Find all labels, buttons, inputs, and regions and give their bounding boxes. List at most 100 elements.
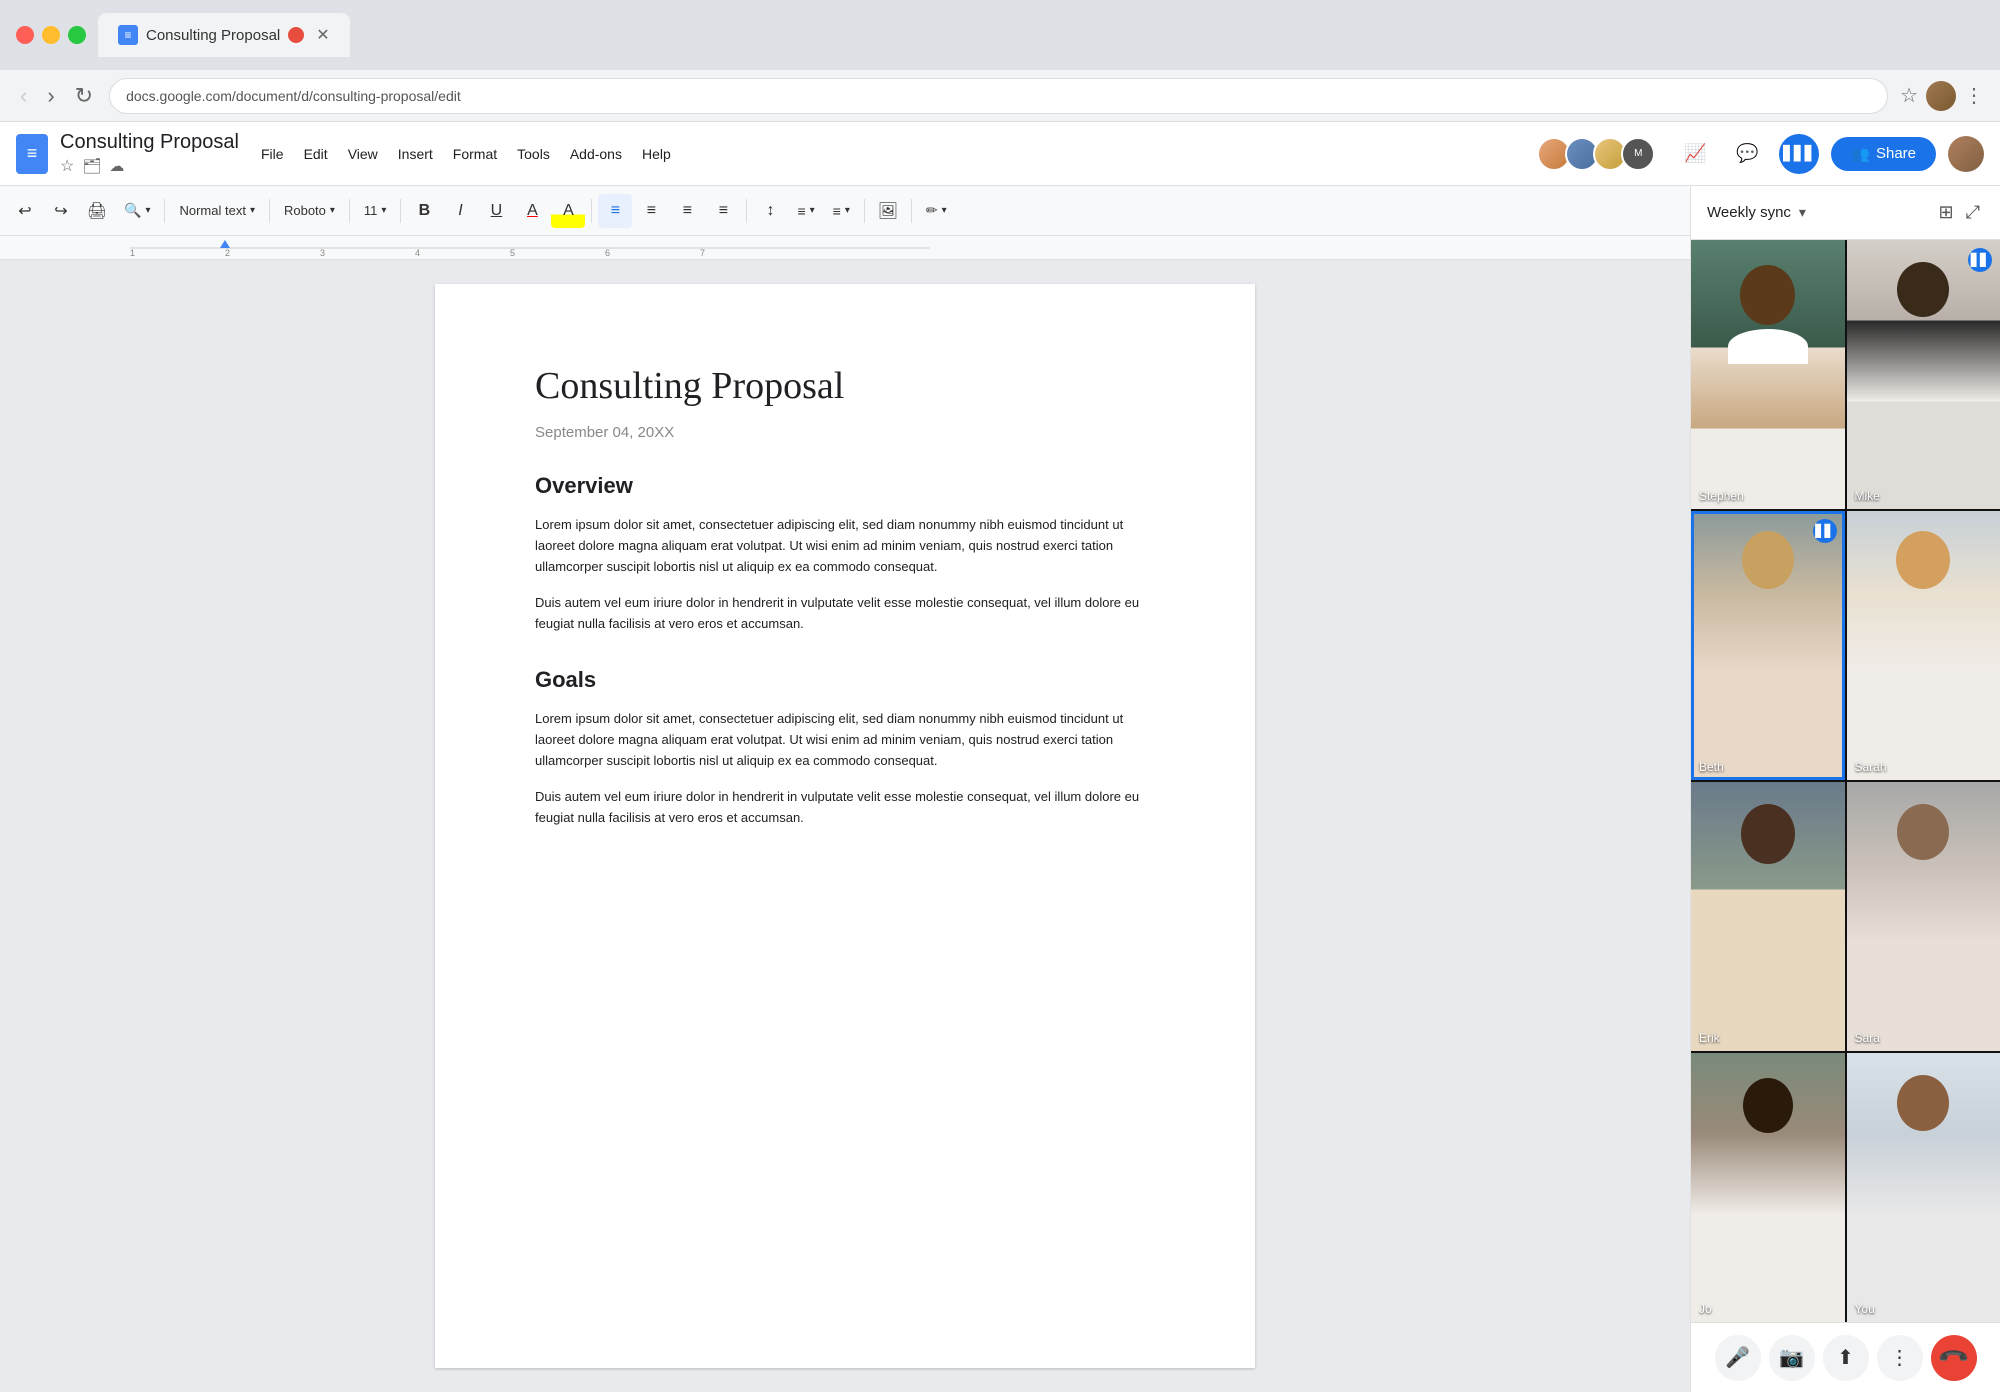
underline-button[interactable]: U [479, 194, 513, 228]
undo-button[interactable]: ↩ [8, 194, 42, 228]
meet-controls: 🎤 📷 ⬆ ⋮ 📞 [1691, 1322, 2000, 1392]
goals-heading: Goals [535, 667, 1155, 693]
menu-addons[interactable]: Add-ons [560, 142, 632, 166]
font-size-value: 11 [364, 203, 378, 218]
bold-button[interactable]: B [407, 194, 441, 228]
doc-date: September 04, 20XX [535, 424, 1155, 441]
menu-file[interactable]: File [251, 142, 294, 166]
svg-text:2: 2 [225, 248, 230, 258]
participant-cell-mike[interactable]: ▋▋ Mike [1847, 240, 2000, 509]
docs-toolbar: ↩ ↪ 🖨 🔍 ▾ Normal text ▾ Roboto ▾ [0, 186, 1690, 236]
active-tab[interactable]: ≡ Consulting Proposal ✕ [98, 13, 350, 57]
meet-camera-button[interactable]: 📷 [1769, 1335, 1815, 1381]
meet-avatar-in-header[interactable]: M [1621, 137, 1655, 171]
align-justify-button[interactable]: ≡ [706, 194, 740, 228]
bookmark-button[interactable]: ☆ [1900, 83, 1918, 108]
participant-name-sara: Sara [1855, 1031, 1880, 1045]
browser-chrome: ≡ Consulting Proposal ✕ [0, 0, 2000, 70]
participant-cell-jo[interactable]: Jo [1691, 1053, 1845, 1322]
menu-edit[interactable]: Edit [294, 142, 338, 166]
line-spacing-button[interactable]: ↕ [753, 194, 787, 228]
meet-mic-button[interactable]: 🎤 [1715, 1335, 1761, 1381]
font-color-button[interactable]: A [515, 194, 549, 228]
mic-bars-icon: ▋▋▋ [1783, 145, 1815, 162]
user-profile-avatar[interactable] [1948, 136, 1984, 172]
doc-filename[interactable]: Consulting Proposal [60, 131, 239, 154]
participant-cell-you[interactable]: You [1847, 1053, 2000, 1322]
cloud-icon: ☁ [109, 157, 124, 175]
participant-name-you: You [1855, 1302, 1875, 1316]
browser-profile-avatar[interactable] [1926, 81, 1956, 111]
print-button[interactable]: 🖨 [80, 194, 114, 228]
meet-actions: ⊞ ⤢ [1935, 198, 1985, 227]
participant-name-jo: Jo [1699, 1302, 1712, 1316]
minimize-traffic-light[interactable] [42, 26, 60, 44]
docs-title-meta: ☆ 🗂 ☁ [60, 156, 239, 176]
doc-area[interactable]: Consulting Proposal September 04, 20XX O… [0, 260, 1690, 1392]
font-family-dropdown[interactable]: Roboto ▾ [276, 194, 343, 228]
svg-text:1: 1 [130, 248, 135, 258]
star-icon[interactable]: ☆ [60, 156, 74, 176]
phone-icon: 📞 [1936, 1340, 1971, 1375]
participant-cell-erik[interactable]: Erik [1691, 782, 1845, 1051]
participant-name-beth: Beth [1699, 760, 1724, 774]
maximize-traffic-light[interactable] [68, 26, 86, 44]
tab-recording-indicator [288, 27, 304, 43]
participant-cell-stephen[interactable]: Stephen [1691, 240, 1845, 509]
text-style-value: Normal text [179, 203, 245, 218]
text-style-dropdown[interactable]: Normal text ▾ [171, 194, 263, 228]
mike-mic-indicator: ▋▋ [1968, 248, 1992, 272]
overview-para-1: Lorem ipsum dolor sit amet, consectetuer… [535, 515, 1155, 577]
bullet-list-dropdown[interactable]: ≡▾ [789, 194, 822, 228]
menu-tools[interactable]: Tools [507, 142, 560, 166]
browser-actions: ☆ ⋮ [1900, 81, 1984, 111]
traffic-lights [16, 26, 86, 44]
meet-present-button[interactable]: ⬆ [1823, 1335, 1869, 1381]
menu-insert[interactable]: Insert [388, 142, 443, 166]
activity-button[interactable]: 📈 [1675, 134, 1715, 174]
meet-more-button[interactable]: ⋮ [1877, 1335, 1923, 1381]
browser-menu-button[interactable]: ⋮ [1964, 83, 1984, 108]
align-right-button[interactable]: ≡ [670, 194, 704, 228]
meet-popout-btn[interactable]: ⤢ [1962, 198, 1984, 227]
redo-button[interactable]: ↪ [44, 194, 78, 228]
meet-layout-btn[interactable]: ⊞ [1935, 198, 1958, 227]
overview-para-2: Duis autem vel eum iriure dolor in hendr… [535, 593, 1155, 635]
align-left-button[interactable]: ≡ [598, 194, 632, 228]
insert-image-button[interactable]: 🖼 [871, 194, 905, 228]
meet-chevron-icon[interactable]: ▾ [1799, 204, 1806, 221]
back-button[interactable]: ‹ [16, 79, 31, 113]
participant-cell-beth[interactable]: ▋▋ Beth [1691, 511, 1845, 780]
share-label: Share [1876, 145, 1916, 162]
comment-button[interactable]: 💬 [1727, 134, 1767, 174]
meet-video-grid: Stephen ▋▋ Mike [1691, 240, 2000, 1322]
meet-end-call-button[interactable]: 📞 [1931, 1335, 1977, 1381]
editing-mode-dropdown[interactable]: ✏▾ [918, 194, 955, 228]
refresh-button[interactable]: ↻ [71, 79, 97, 113]
menu-help[interactable]: Help [632, 142, 681, 166]
toolbar-sep-3 [349, 199, 350, 223]
drive-icon: 🗂 [82, 157, 101, 175]
forward-button[interactable]: › [43, 79, 58, 113]
highlight-button[interactable]: A [551, 194, 585, 228]
menu-view[interactable]: View [338, 142, 388, 166]
italic-button[interactable]: I [443, 194, 477, 228]
share-button[interactable]: 👥 Share [1831, 137, 1936, 171]
participant-cell-sarah[interactable]: Sarah [1847, 511, 2000, 780]
goals-para-2: Duis autem vel eum iriure dolor in hendr… [535, 787, 1155, 829]
docs-container: ≡ Consulting Proposal ☆ 🗂 ☁ File Edit Vi… [0, 122, 2000, 1392]
align-center-button[interactable]: ≡ [634, 194, 668, 228]
close-traffic-light[interactable] [16, 26, 34, 44]
address-bar[interactable]: docs.google.com/document/d/consulting-pr… [109, 78, 1888, 114]
style-chevron: ▾ [250, 205, 255, 216]
participant-cell-sara[interactable]: Sara [1847, 782, 2000, 1051]
font-size-dropdown[interactable]: 11 ▾ [356, 194, 395, 228]
zoom-dropdown[interactable]: 🔍 ▾ [116, 194, 158, 228]
meet-mic-header-button[interactable]: ▋▋▋ [1779, 134, 1819, 174]
number-list-dropdown[interactable]: ≡▾ [825, 194, 858, 228]
toolbar-sep-8 [911, 199, 912, 223]
docs-header: ≡ Consulting Proposal ☆ 🗂 ☁ File Edit Vi… [0, 122, 2000, 186]
tab-close-button[interactable]: ✕ [316, 25, 329, 45]
menu-format[interactable]: Format [443, 142, 507, 166]
toolbar-sep-6 [746, 199, 747, 223]
